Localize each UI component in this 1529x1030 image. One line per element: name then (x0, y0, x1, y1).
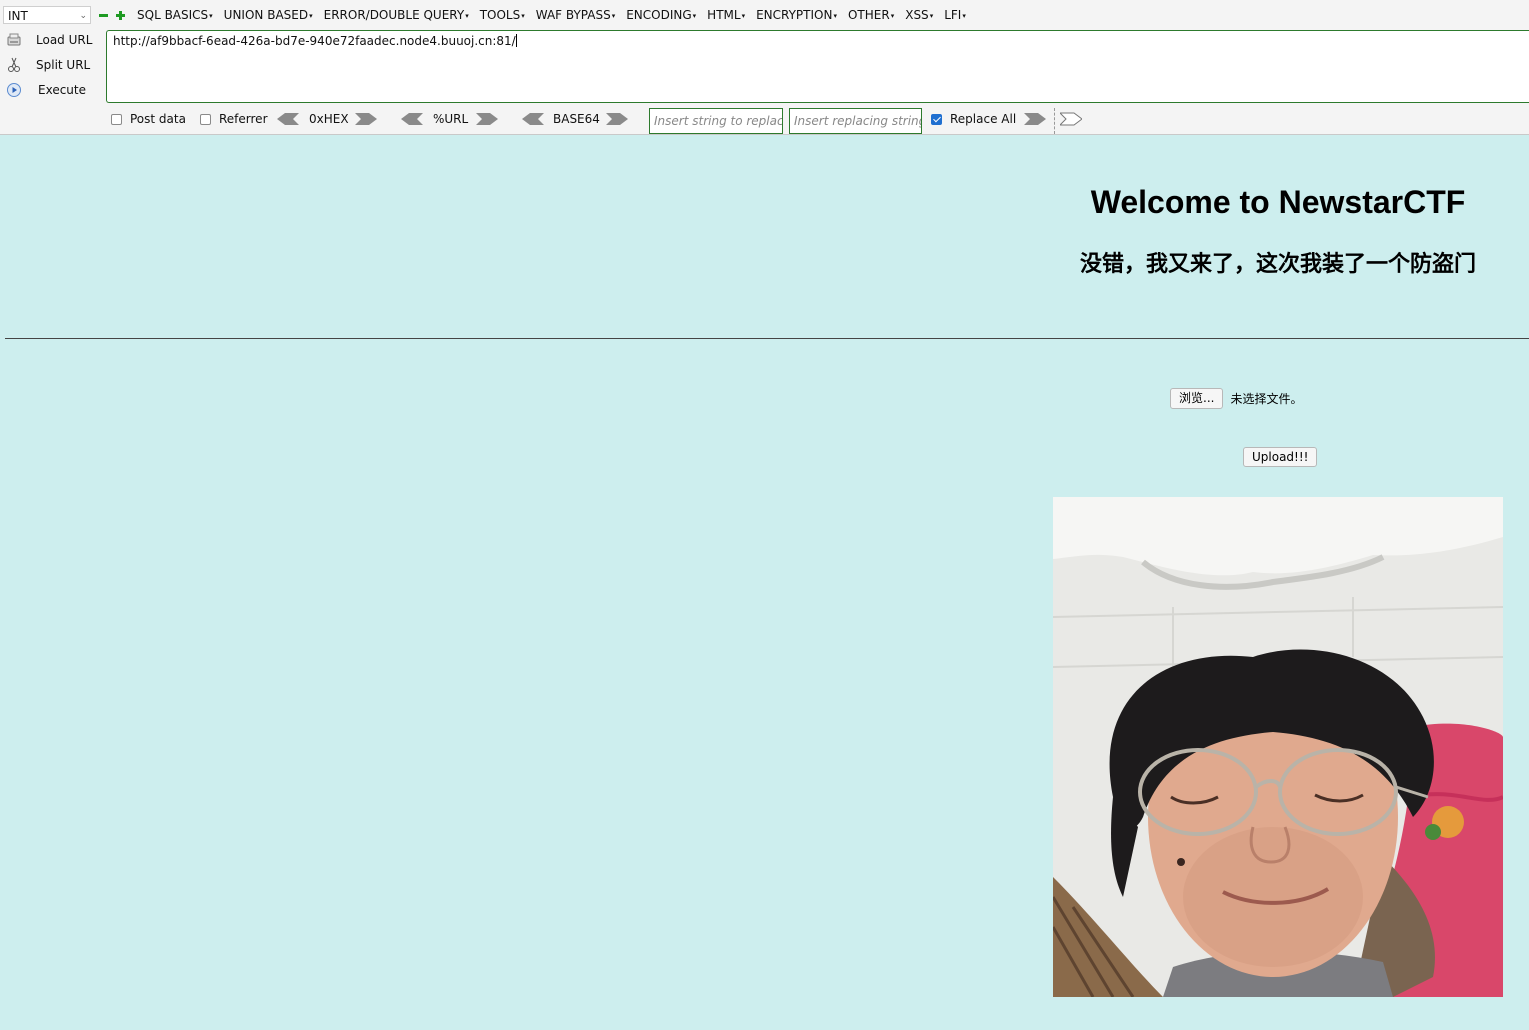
text-caret (515, 34, 517, 47)
hackbar-options-row: Post data Referrer 0xHEX %URL BASE64 Ins… (0, 108, 1529, 134)
post-data-checkbox[interactable] (111, 114, 122, 125)
play-icon (6, 82, 22, 98)
url-value: http://af9bbacf-6ead-426a-bd7e-940e72faa… (113, 34, 516, 48)
hex-label: 0xHEX (309, 112, 349, 126)
url-decode-arrow-icon[interactable] (401, 112, 423, 126)
referrer-checkbox[interactable] (200, 114, 211, 125)
injection-type-select[interactable]: INT ⌄ (3, 6, 91, 24)
hackbar-menus: SQL BASICS▾ UNION BASED▾ ERROR/DOUBLE QU… (137, 6, 977, 25)
menu-error-double-query[interactable]: ERROR/DOUBLE QUERY▾ (324, 6, 469, 25)
menu-encryption[interactable]: ENCRYPTION▾ (756, 6, 837, 25)
url-textarea[interactable]: http://af9bbacf-6ead-426a-bd7e-940e72faa… (106, 30, 1529, 103)
replacing-string-input[interactable]: Insert replacing string (789, 108, 922, 134)
file-status-text: 未选择文件。 (1230, 391, 1303, 406)
options-separator (1054, 108, 1055, 134)
referrer-label: Referrer (219, 112, 268, 126)
url-label: %URL (433, 112, 469, 126)
hex-encode-arrow-icon[interactable] (355, 112, 377, 126)
menu-union-based[interactable]: UNION BASED▾ (224, 6, 313, 25)
page-body: Welcome to NewstarCTF 没错，我又来了，这次我装了一个防盗门… (0, 135, 1529, 1030)
hackbar-toolbar: INT ⌄ SQL BASICS▾ UNION BASED▾ ERROR/DOU… (0, 0, 1529, 135)
file-picker: 浏览... 未选择文件。 (1170, 387, 1302, 409)
replacing-string-placeholder: Insert replacing string (794, 114, 922, 128)
menu-other[interactable]: OTHER▾ (848, 6, 894, 25)
base64-decode-arrow-icon[interactable] (522, 112, 544, 126)
chevron-down-icon: ⌄ (79, 11, 87, 21)
person-photo (1051, 497, 1504, 998)
base64-encode-arrow-icon[interactable] (606, 112, 628, 126)
scissors-icon (6, 57, 22, 73)
menu-encoding[interactable]: ENCODING▾ (626, 6, 696, 25)
replace-all-label: Replace All (950, 112, 1017, 126)
post-data-label: Post data (130, 112, 186, 126)
hex-decode-arrow-icon[interactable] (277, 112, 299, 126)
replace-run-arrow-icon[interactable] (1024, 112, 1046, 126)
replace-string-placeholder: Insert string to replace (654, 114, 783, 128)
execute-label: Execute (38, 83, 86, 97)
plus-icon[interactable] (116, 11, 125, 20)
url-encode-arrow-icon[interactable] (476, 112, 498, 126)
base64-label: BASE64 (553, 112, 600, 126)
split-url-button[interactable]: Split URL (6, 55, 102, 75)
menu-sql-basics[interactable]: SQL BASICS▾ (137, 6, 213, 25)
menu-html[interactable]: HTML▾ (707, 6, 745, 25)
horizontal-divider (5, 338, 1529, 339)
injection-type-value: INT (8, 9, 28, 23)
load-url-button[interactable]: Load URL (6, 30, 102, 50)
upload-button[interactable]: Upload!!! (1243, 447, 1318, 467)
split-url-label: Split URL (36, 58, 91, 72)
browse-button[interactable]: 浏览... (1170, 387, 1224, 409)
load-url-label: Load URL (36, 33, 93, 47)
page-subtitle: 没错，我又来了，这次我装了一个防盗门 (1079, 252, 1476, 277)
replace-string-input[interactable]: Insert string to replace (649, 108, 783, 134)
load-url-icon (6, 32, 22, 48)
minus-icon[interactable] (99, 11, 108, 20)
replace-all-checkbox[interactable] (931, 114, 942, 125)
menu-waf-bypass[interactable]: WAF BYPASS▾ (536, 6, 615, 25)
menu-lfi[interactable]: LFI▾ (944, 6, 966, 25)
menu-xss[interactable]: XSS▾ (905, 6, 933, 25)
page-title: Welcome to NewstarCTF (1090, 184, 1466, 220)
menu-tools[interactable]: TOOLS▾ (480, 6, 525, 25)
swap-arrow-icon[interactable] (1058, 112, 1083, 126)
hackbar-menu-row: INT ⌄ SQL BASICS▾ UNION BASED▾ ERROR/DOU… (0, 4, 1529, 26)
execute-button[interactable]: Execute (6, 80, 102, 100)
